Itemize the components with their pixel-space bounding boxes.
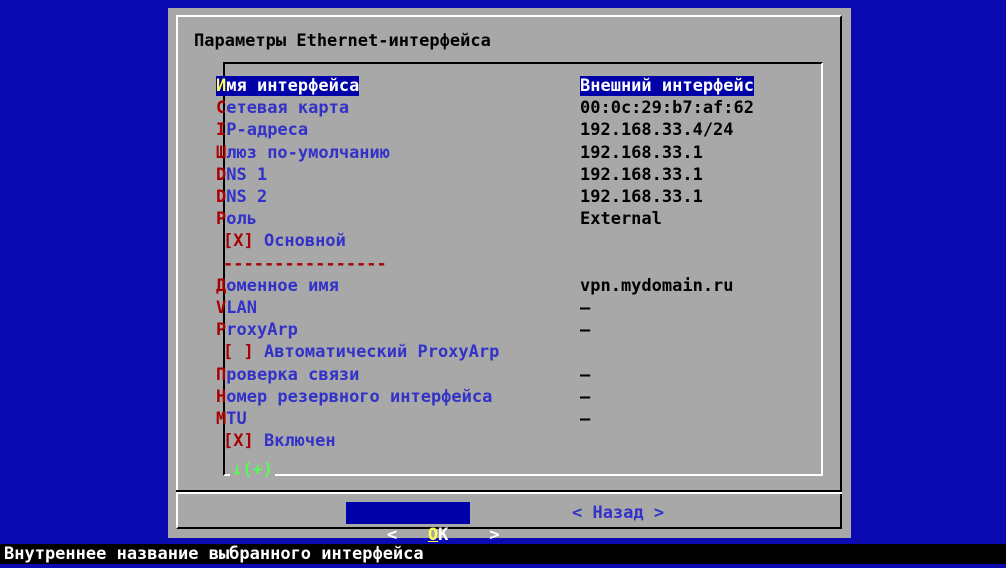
menu-item-hotkey: D bbox=[216, 164, 227, 185]
menu-item-value: External bbox=[580, 209, 662, 230]
menu-item-hotkey: D bbox=[216, 187, 227, 207]
ok-hotkey: O bbox=[427, 525, 439, 545]
menu-item-label: Доменное имя bbox=[216, 276, 339, 296]
ok-bracket-right: > bbox=[489, 525, 500, 545]
menu-item-text: TU bbox=[226, 409, 247, 429]
menu-item-value: – bbox=[580, 409, 591, 429]
menu-item-label: Шлюз по-умолчанию bbox=[216, 143, 390, 163]
menu-item-text: етевая карта bbox=[226, 98, 350, 119]
menu-item-hotkey: M bbox=[216, 409, 227, 429]
menu-item-label: Проверка связи bbox=[216, 365, 359, 385]
menu-item-text: роверка связи bbox=[226, 364, 360, 385]
menu-item-label: [ ] Автоматический ProxyArp bbox=[223, 342, 499, 362]
menu-item-hotkey: [X] bbox=[223, 431, 254, 452]
menu-item-hotkey: [ ] bbox=[223, 342, 254, 363]
menu-item-text: мя интерфейса bbox=[226, 76, 360, 96]
menu-item-text: Включен bbox=[253, 431, 336, 452]
ok-bracket-left: < bbox=[386, 525, 398, 545]
menu-item-value: – bbox=[580, 386, 591, 407]
menu-item-value: 192.168.33.1 bbox=[580, 142, 703, 163]
menu-item-hotkey: Р bbox=[216, 209, 227, 230]
menu-item-value: 192.168.33.4/24 bbox=[580, 120, 734, 141]
menu-item-text: P-адреса bbox=[226, 120, 309, 141]
menu-item-label: [X] Основной bbox=[223, 231, 346, 251]
menu-item-hotkey: И bbox=[216, 76, 227, 96]
menu-item-label: IP-адреса bbox=[216, 120, 308, 140]
menu-item-hotkey: Д bbox=[216, 275, 227, 296]
menu-item-label: DNS 1 bbox=[216, 165, 267, 185]
menu-item-hotkey: V bbox=[216, 298, 227, 318]
menu-item-value: vpn.mydomain.ru bbox=[580, 275, 734, 296]
menu-item-label: Роль bbox=[216, 209, 257, 229]
menu-item-text: NS 1 bbox=[226, 164, 268, 185]
divider-line: ---------------- bbox=[223, 253, 387, 274]
menu-item-value: 00:0c:29:b7:af:62 bbox=[580, 98, 754, 119]
button-separator-highlight bbox=[176, 492, 842, 494]
menu-divider: ---------------- bbox=[223, 254, 387, 274]
menu-item-text: Основной bbox=[253, 231, 346, 252]
back-button[interactable]: < Назад > bbox=[572, 502, 664, 524]
dialog-title: Параметры Ethernet-интерфейса bbox=[194, 31, 491, 51]
menu-item-hotkey: С bbox=[216, 98, 227, 119]
ok-button[interactable]: < OK > bbox=[346, 502, 500, 545]
menu-item-label: MTU bbox=[216, 409, 247, 429]
menu-item-text: LAN bbox=[226, 298, 257, 318]
menu-item-text: оль bbox=[226, 209, 257, 230]
menu-item-hotkey: P bbox=[216, 320, 227, 341]
menu-item-hotkey: Н bbox=[216, 386, 227, 407]
menu-item-hotkey: [X] bbox=[223, 231, 254, 252]
menu-item-label: VLAN bbox=[216, 298, 257, 318]
menu-item-hotkey: П bbox=[216, 364, 227, 385]
menu-item-text: NS 2 bbox=[226, 187, 268, 207]
scroll-more-indicator: ↓(+) bbox=[230, 460, 275, 480]
menu-item-text: Автоматический ProxyArp bbox=[253, 342, 500, 363]
menu-item-text: оменное имя bbox=[226, 275, 339, 296]
menu-item-label: Сетевая карта bbox=[216, 98, 349, 118]
status-bar: Внутреннее название выбранного интерфейс… bbox=[0, 544, 1006, 564]
menu-item-label: ProxyArp bbox=[216, 320, 298, 340]
menu-item-hotkey: Ш bbox=[216, 142, 227, 163]
menu-item-text: люз по-умолчанию bbox=[226, 142, 391, 163]
menu-item-label: Номер резервного интерфейса bbox=[216, 387, 492, 407]
menu-item-value: – bbox=[580, 364, 591, 385]
menu-item-text: омер резервного интерфейса bbox=[226, 386, 493, 407]
menu-item-value: 192.168.33.1 bbox=[580, 164, 703, 185]
menu-item-text: roxyArp bbox=[226, 320, 298, 341]
dialog-window: Параметры Ethernet-интерфейса Имя интерф… bbox=[168, 8, 851, 545]
menu-item-label: Имя интерфейса bbox=[216, 76, 360, 96]
menu-item-label: DNS 2 bbox=[216, 187, 267, 207]
menu-item-hotkey: I bbox=[216, 120, 227, 141]
menu-item-value: – bbox=[580, 320, 591, 341]
menu-item-value: 192.168.33.1 bbox=[580, 187, 703, 207]
ok-label-rest: K bbox=[438, 525, 449, 545]
menu-item-value: Внешний интерфейс bbox=[580, 76, 754, 96]
menu-item-label: [X] Включен bbox=[223, 431, 336, 451]
menu-item-value: – bbox=[580, 298, 591, 318]
